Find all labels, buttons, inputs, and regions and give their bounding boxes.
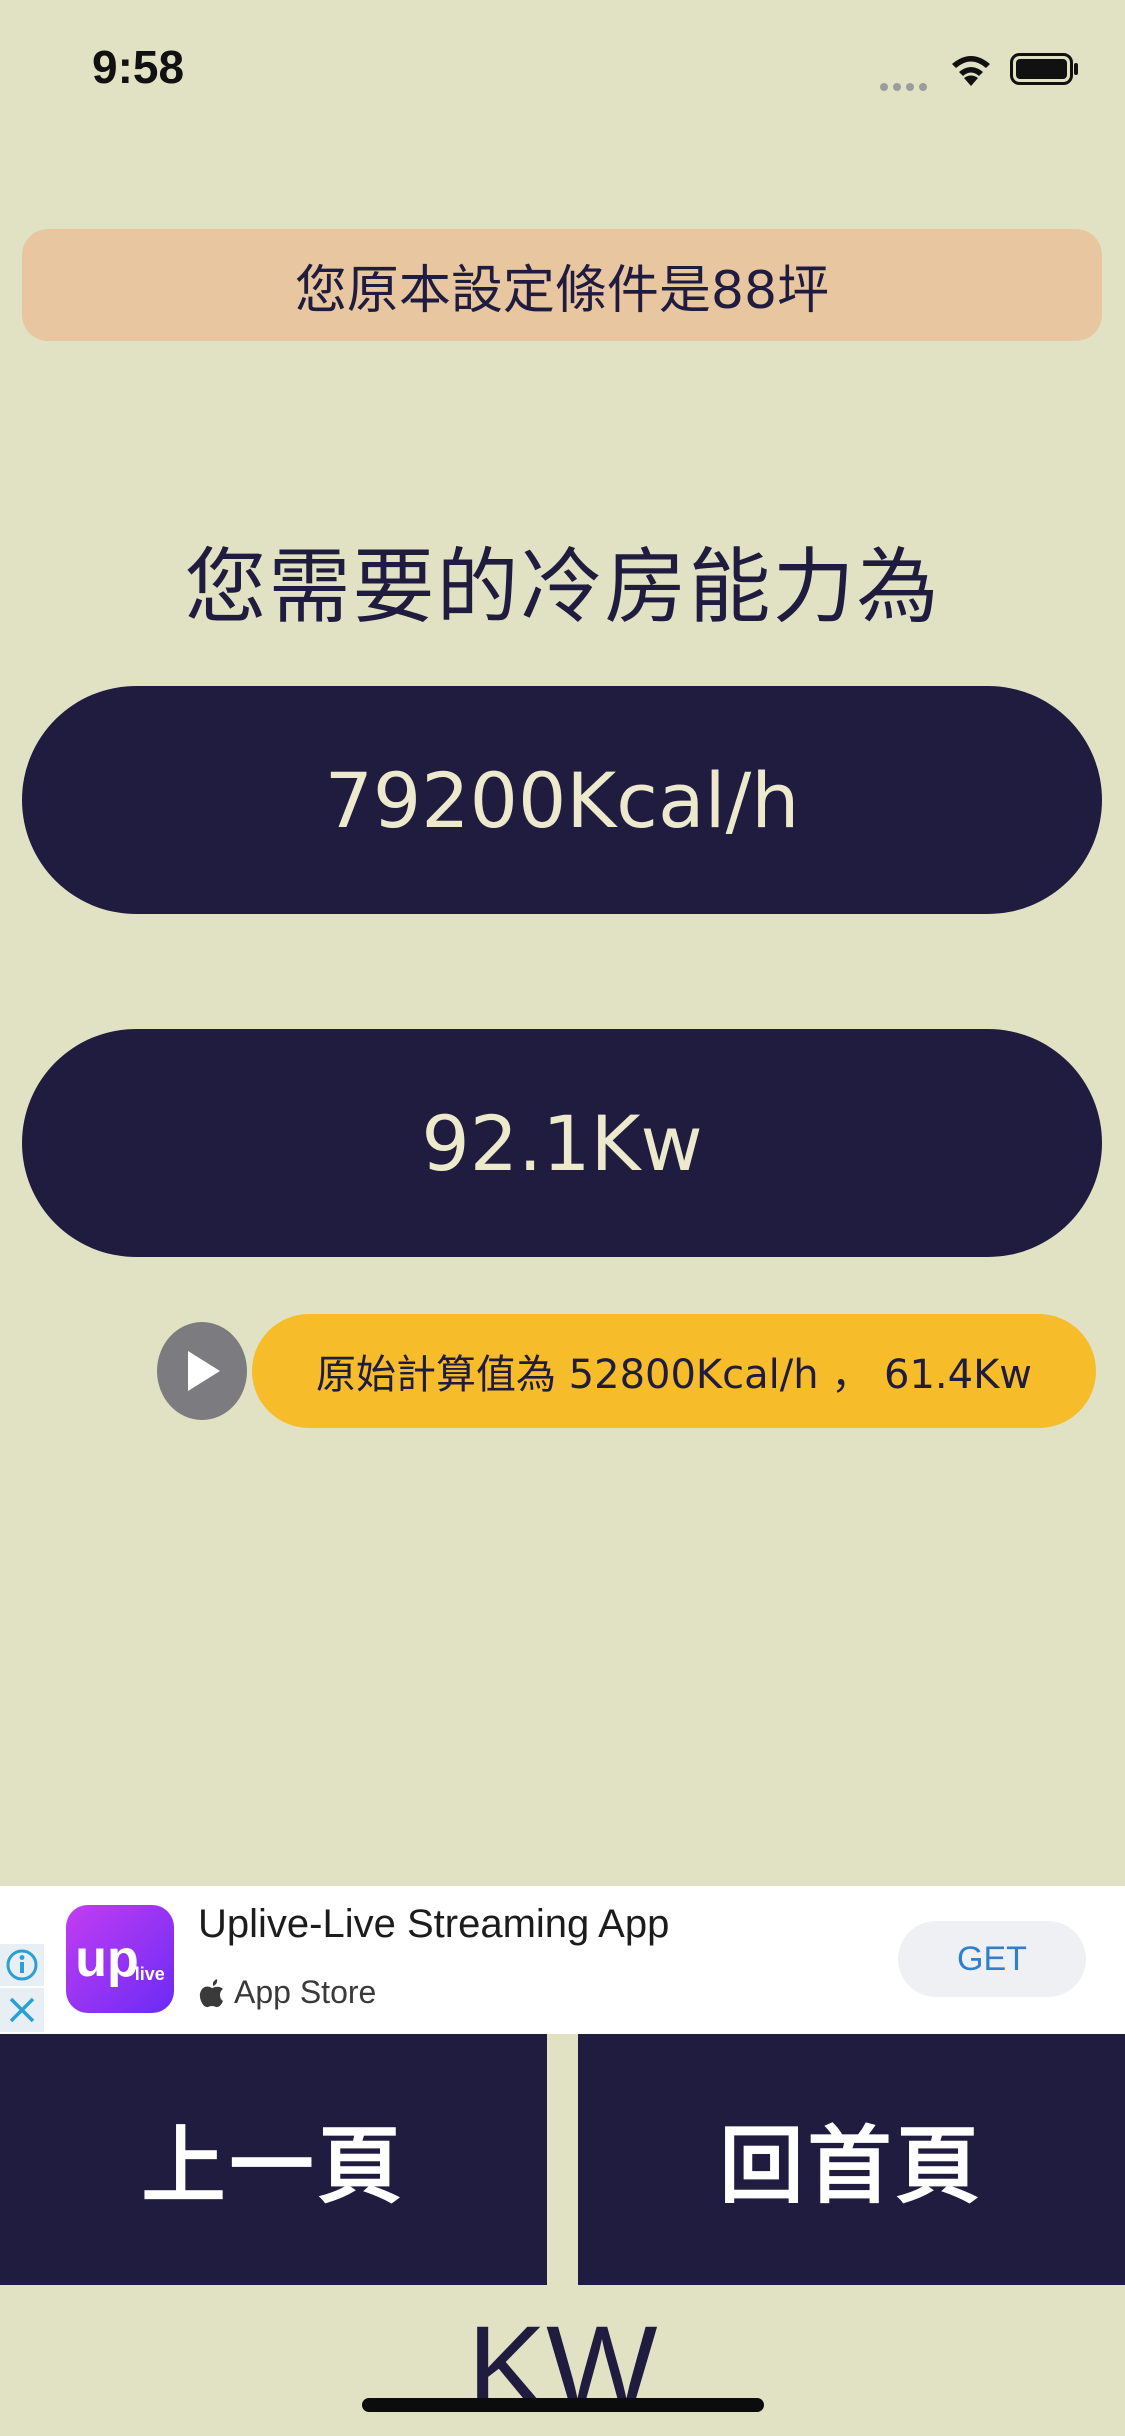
- ad-info-icon[interactable]: [0, 1944, 44, 1986]
- ad-store-text: App Store: [234, 1974, 377, 2010]
- status-time: 9:58: [92, 41, 185, 93]
- ad-app-icon[interactable]: up live: [66, 1905, 174, 2013]
- ad-app-icon-subtext: live: [134, 1964, 165, 1984]
- kcal-result: 79200Kcal/h: [22, 686, 1102, 914]
- home-indicator[interactable]: [362, 2398, 764, 2412]
- ad-app-icon-text: up: [75, 1930, 139, 1988]
- cooling-capacity-heading: 您需要的冷房能力為: [184, 540, 941, 635]
- play-button[interactable]: [157, 1322, 247, 1420]
- wifi-icon: [947, 48, 995, 88]
- ad-close-icon[interactable]: [0, 1988, 44, 2032]
- cellular-signal-icon: [880, 76, 932, 91]
- ad-store-label: App Store: [198, 1974, 376, 2011]
- raw-calculation-badge: 原始計算值為 52800Kcal/h ， 61.4Kw: [252, 1314, 1096, 1428]
- ad-get-button[interactable]: GET: [898, 1921, 1086, 1997]
- home-button[interactable]: 回首頁: [578, 2034, 1125, 2285]
- kw-result: 92.1Kw: [22, 1029, 1102, 1257]
- previous-page-button[interactable]: 上一頁: [0, 2034, 547, 2285]
- battery-icon: [1010, 53, 1080, 85]
- unit-label: KW: [467, 2302, 658, 2434]
- condition-banner: 您原本設定條件是88坪: [22, 229, 1102, 341]
- ad-app-name[interactable]: Uplive-Live Streaming App: [198, 1902, 669, 1947]
- apple-logo-icon: [199, 1978, 223, 2007]
- play-icon: [188, 1351, 220, 1391]
